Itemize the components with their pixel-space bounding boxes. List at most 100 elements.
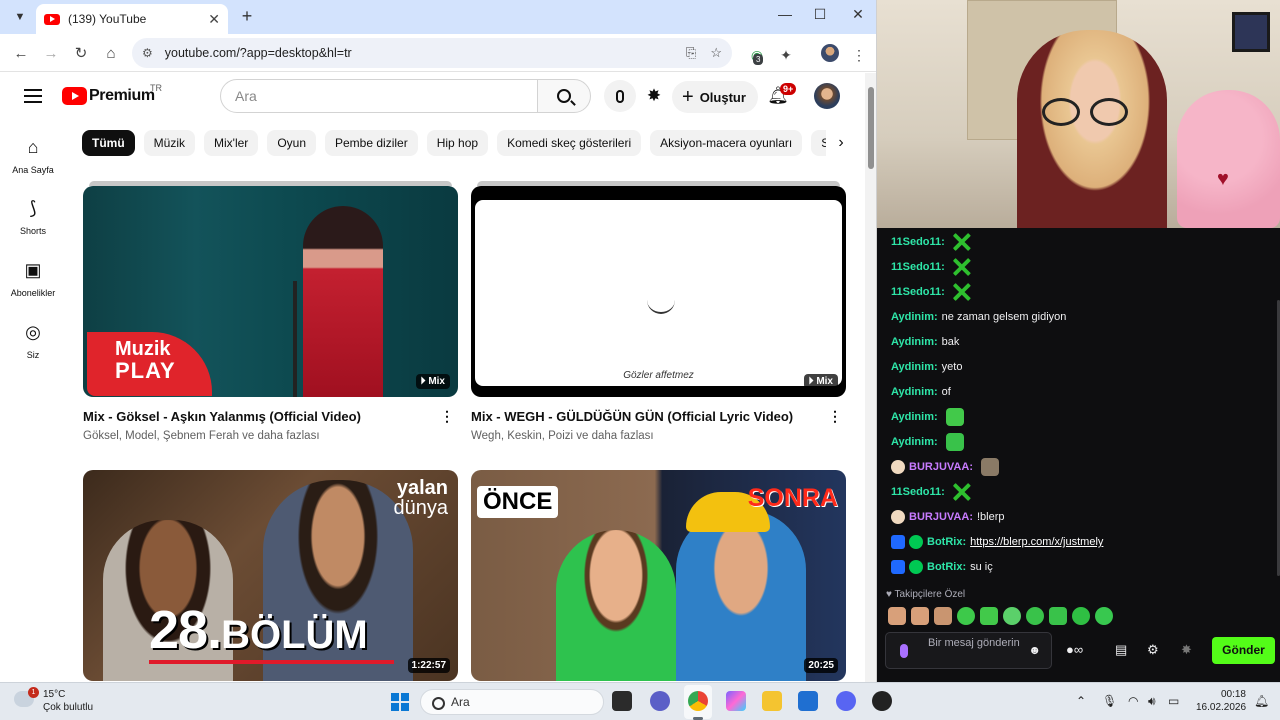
more-actions-icon[interactable]: ⋮ xyxy=(828,408,842,425)
settings-gear-icon[interactable]: ⚙ xyxy=(1147,642,1159,658)
video-title[interactable]: Mix - WEGH - GÜLDÜĞÜN GÜN (Official Lyri… xyxy=(471,409,846,424)
emote-icon[interactable] xyxy=(888,607,906,625)
video-card[interactable]: Muzik PLAY ⏵ Mix Mix - Göksel - Aşkın Ya… xyxy=(83,181,458,442)
chat-username[interactable]: BotRix: xyxy=(927,536,966,548)
forward-icon[interactable]: → xyxy=(40,43,62,65)
chat-username[interactable]: Aydinim: xyxy=(891,361,938,373)
emote-icon[interactable] xyxy=(1003,607,1021,625)
chat-username[interactable]: 11Sedo11: xyxy=(891,286,945,298)
emote-menu-icon[interactable]: ●∞ xyxy=(1066,642,1083,657)
chat-app-icon[interactable] xyxy=(650,691,670,711)
guide-item-you[interactable]: ◎ Siz xyxy=(0,320,66,361)
task-view-icon[interactable] xyxy=(612,691,632,711)
microphone-icon[interactable] xyxy=(900,644,908,658)
video-card[interactable]: yalan dünya 28.BÖLÜM 1:22:57 xyxy=(83,470,458,681)
copilot-icon[interactable] xyxy=(726,691,746,711)
minimize-button[interactable]: — xyxy=(770,6,800,22)
bot-icon[interactable]: ✸ xyxy=(1181,642,1192,658)
emote-icon[interactable] xyxy=(1049,607,1067,625)
close-window-button[interactable]: ✕ xyxy=(843,6,873,23)
scrollbar-thumb[interactable] xyxy=(868,87,874,169)
chip-soap-operas[interactable]: Pembe diziler xyxy=(325,130,418,156)
chat-link[interactable]: https://blerp.com/x/justmely xyxy=(970,536,1103,548)
emote-icon[interactable] xyxy=(1095,607,1113,625)
chat-username[interactable]: 11Sedo11: xyxy=(891,261,945,273)
reload-icon[interactable]: ↻ xyxy=(70,43,92,65)
chip-hiphop[interactable]: Hip hop xyxy=(426,130,489,156)
video-thumbnail[interactable]: Gözler affetmez ⏵ Mix xyxy=(471,186,846,397)
install-app-icon[interactable]: ⎘ xyxy=(686,45,696,61)
store-icon[interactable]: ▤ xyxy=(1115,642,1127,658)
chat-username[interactable]: Aydinim: xyxy=(891,411,938,423)
notification-bell-icon[interactable]: 🔔︎ xyxy=(1254,694,1269,708)
youtube-premium-logo[interactable]: Premium TR xyxy=(62,83,162,105)
bookmark-star-icon[interactable]: ☆ xyxy=(710,45,722,61)
address-bar[interactable]: ⚙ youtube.com/?app=desktop&hl=tr ⎘ ☆ xyxy=(132,38,732,68)
chat-username[interactable]: Aydinim: xyxy=(891,311,938,323)
browser-menu-icon[interactable]: ⋮ xyxy=(848,44,870,66)
video-thumbnail[interactable]: Muzik PLAY ⏵ Mix xyxy=(83,186,458,397)
emote-icon[interactable] xyxy=(911,607,929,625)
chat-username[interactable]: BURJUVAA: xyxy=(909,461,973,473)
chat-username[interactable]: 11Sedo11: xyxy=(891,486,945,498)
emoji-icon[interactable]: ☻ xyxy=(1028,643,1041,657)
microphone-tray-icon[interactable]: 🎙︎ xyxy=(1102,694,1117,708)
video-title[interactable]: Mix - Göksel - Aşkın Yalanmış (Official … xyxy=(83,409,458,424)
file-explorer-icon[interactable] xyxy=(762,691,782,711)
video-thumbnail[interactable]: ÖNCE SONRA 20:25 xyxy=(471,470,846,681)
home-browser-icon[interactable]: ⌂ xyxy=(100,43,122,65)
send-button[interactable]: Gönder xyxy=(1212,637,1275,664)
wifi-icon[interactable]: ◠ xyxy=(1128,694,1138,708)
extensions-puzzle-icon[interactable]: ✦ xyxy=(775,44,797,66)
emote-icon[interactable] xyxy=(1072,607,1090,625)
chat-username[interactable]: 11Sedo11: xyxy=(891,236,945,248)
chevron-up-icon[interactable]: ⌃ xyxy=(1076,694,1086,708)
weather-temperature[interactable]: 15°C xyxy=(43,689,65,700)
emote-icon[interactable] xyxy=(934,607,952,625)
emote-icon[interactable] xyxy=(957,607,975,625)
system-clock[interactable]: 00:18 16.02.2026 xyxy=(1196,688,1246,714)
guide-item-subscriptions[interactable]: ▣ Abonelikler xyxy=(0,258,66,299)
chip-mixes[interactable]: Mix'ler xyxy=(204,130,259,156)
extension-puzzle-icon[interactable]: ✸ xyxy=(641,83,667,109)
video-thumbnail[interactable]: yalan dünya 28.BÖLÜM 1:22:57 xyxy=(83,470,458,681)
menu-hamburger-icon[interactable] xyxy=(24,89,42,103)
maximize-button[interactable]: ☐ xyxy=(805,6,835,23)
guide-item-shorts[interactable]: ⟆ Shorts xyxy=(0,196,66,237)
chat-username[interactable]: Aydinim: xyxy=(891,336,938,348)
store-app-icon[interactable] xyxy=(798,691,818,711)
app-icon[interactable] xyxy=(872,691,892,711)
chat-username[interactable]: BotRix: xyxy=(927,561,966,573)
chat-username[interactable]: Aydinim: xyxy=(891,436,938,448)
create-button[interactable]: + Oluştur xyxy=(672,81,758,113)
close-tab-icon[interactable]: ✕ xyxy=(208,11,220,28)
video-card[interactable]: Gözler affetmez ⏵ Mix Mix - WEGH - GÜLDÜ… xyxy=(471,181,846,442)
new-tab-button[interactable]: + xyxy=(236,6,258,27)
search-input[interactable]: Ara xyxy=(220,79,538,113)
site-info-icon[interactable]: ⚙ xyxy=(142,46,153,60)
chip-music[interactable]: Müzik xyxy=(143,130,196,156)
taskbar-search[interactable]: Ara xyxy=(420,689,604,715)
tab-youtube[interactable]: (139) YouTube ✕ xyxy=(36,4,228,34)
volume-icon[interactable]: 🔊︎ xyxy=(1148,694,1156,709)
start-button[interactable] xyxy=(391,693,409,711)
chip-action-adventure[interactable]: Aksiyon-macera oyunları xyxy=(650,130,803,156)
chip-all[interactable]: Tümü xyxy=(82,130,135,156)
more-actions-icon[interactable]: ⋮ xyxy=(440,408,454,425)
emote-icon[interactable] xyxy=(980,607,998,625)
discord-icon[interactable] xyxy=(836,691,856,711)
chevron-right-icon[interactable]: › xyxy=(826,130,856,158)
chat-username[interactable]: BURJUVAA: xyxy=(909,511,973,523)
voice-search-button[interactable] xyxy=(604,80,636,112)
battery-icon[interactable]: ▭ xyxy=(1168,694,1179,708)
chip-gaming[interactable]: Oyun xyxy=(267,130,316,156)
page-scrollbar[interactable] xyxy=(865,73,876,682)
weather-description[interactable]: Çok bulutlu xyxy=(43,702,93,713)
emote-icon[interactable] xyxy=(1026,607,1044,625)
browser-profile-avatar[interactable] xyxy=(821,44,839,62)
chrome-icon[interactable] xyxy=(688,691,708,711)
video-card[interactable]: ÖNCE SONRA 20:25 xyxy=(471,470,846,681)
tab-search-button[interactable]: ▼ xyxy=(8,6,32,28)
guide-item-home[interactable]: ⌂ Ana Sayfa xyxy=(0,135,66,176)
back-icon[interactable]: ← xyxy=(10,43,32,65)
